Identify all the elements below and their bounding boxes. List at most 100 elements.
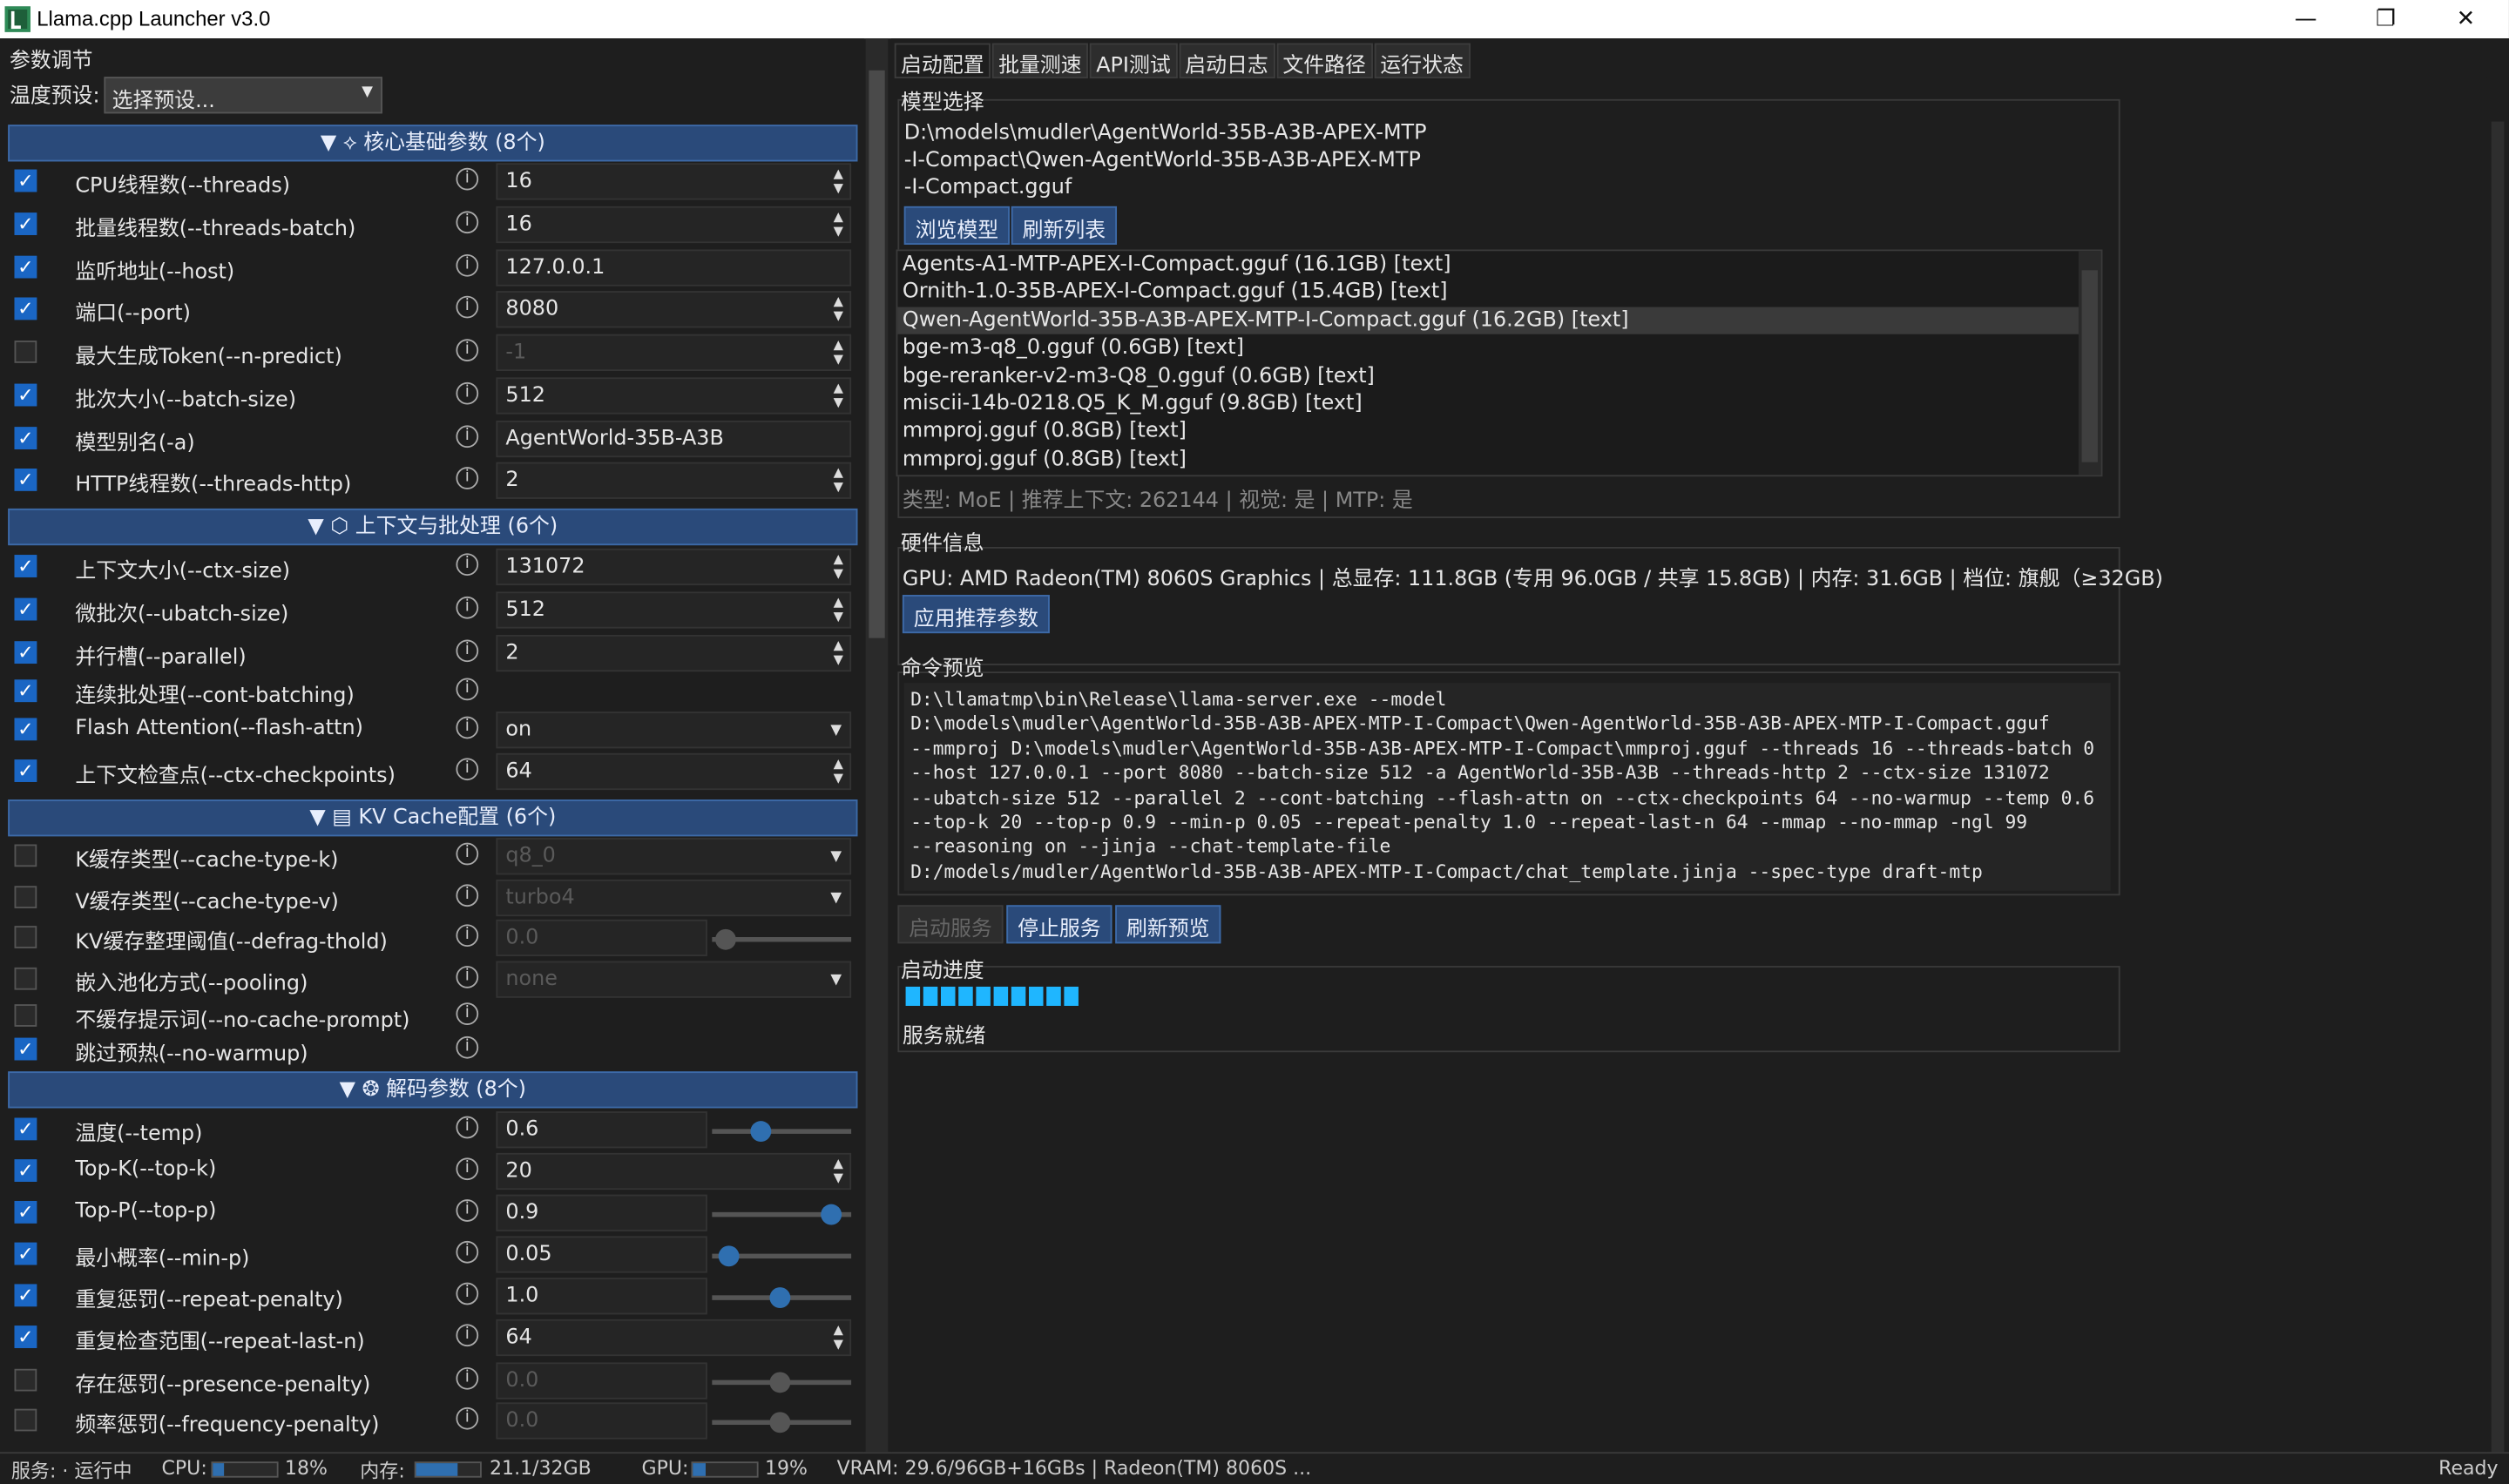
param-slider[interactable] xyxy=(712,928,852,950)
param-checkbox[interactable] xyxy=(14,1408,37,1432)
section-kv-cache[interactable]: ▼ ▤ KV Cache配置 (6个) xyxy=(8,799,858,837)
param-checkbox[interactable]: ✓ xyxy=(14,427,37,449)
param-slider[interactable] xyxy=(712,1372,852,1393)
param-value-input[interactable]: AgentWorld-35B-A3B xyxy=(496,420,852,458)
param-value-input[interactable]: none ▼ xyxy=(496,961,852,998)
info-icon[interactable]: i xyxy=(456,1157,479,1181)
info-icon[interactable]: i xyxy=(456,381,479,405)
info-icon[interactable]: i xyxy=(456,678,479,701)
minimize-button[interactable]: — xyxy=(2269,0,2342,38)
info-icon[interactable]: i xyxy=(456,639,479,663)
chevron-down-icon[interactable]: ▼ xyxy=(830,891,842,907)
model-list-scrollbar-thumb[interactable] xyxy=(2081,270,2098,462)
left-scrollbar[interactable] xyxy=(865,38,889,1453)
tab-launch-log[interactable]: 启动日志 xyxy=(1178,43,1275,78)
spin-arrows-icon[interactable]: ▲ ▼ xyxy=(834,757,843,786)
param-value-input[interactable]: 2 ▲ ▼ xyxy=(496,634,852,672)
section-context-batching[interactable]: ▼ ⬡ 上下文与批处理 (6个) xyxy=(8,508,858,546)
slider-handle[interactable] xyxy=(750,1121,772,1143)
info-icon[interactable]: i xyxy=(456,295,479,319)
info-icon[interactable]: i xyxy=(456,339,479,361)
param-value-input[interactable]: 0.6 xyxy=(496,1111,707,1149)
param-value-input[interactable]: 2 ▲ ▼ xyxy=(496,462,852,499)
param-checkbox[interactable]: ✓ xyxy=(14,597,37,621)
info-icon[interactable]: i xyxy=(456,1035,479,1059)
right-scrollbar[interactable] xyxy=(2486,77,2509,1484)
param-slider[interactable] xyxy=(712,1412,852,1433)
spin-arrows-icon[interactable]: ▲ ▼ xyxy=(834,595,843,624)
param-value-input[interactable]: on ▼ xyxy=(496,712,852,749)
info-icon[interactable]: i xyxy=(456,1199,479,1222)
refresh-list-button[interactable]: 刷新列表 xyxy=(1011,206,1118,245)
info-icon[interactable]: i xyxy=(456,716,479,739)
spin-arrows-icon[interactable]: ▲ ▼ xyxy=(834,166,843,195)
right-scrollbar-thumb[interactable] xyxy=(2491,121,2505,1478)
param-value-input[interactable]: 20 ▲ ▼ xyxy=(496,1152,852,1191)
spin-arrows-icon[interactable]: ▲ ▼ xyxy=(834,551,843,580)
info-icon[interactable]: i xyxy=(456,1324,479,1347)
info-icon[interactable]: i xyxy=(456,1002,479,1026)
param-value-input[interactable]: 512 ▲ ▼ xyxy=(496,591,852,629)
param-checkbox[interactable]: ✓ xyxy=(14,641,37,664)
param-value-input[interactable]: 8080 ▲ ▼ xyxy=(496,291,852,328)
param-value-input[interactable]: 512 ▲ ▼ xyxy=(496,377,852,415)
param-value-input[interactable]: turbo4 ▼ xyxy=(496,879,852,917)
slider-handle[interactable] xyxy=(769,1372,791,1393)
param-checkbox[interactable]: ✓ xyxy=(14,555,37,577)
list-item[interactable]: mmproj.gguf (0.8GB) [text] xyxy=(897,418,2100,446)
param-checkbox[interactable] xyxy=(14,1368,37,1392)
spin-arrows-icon[interactable]: ▲ ▼ xyxy=(834,465,843,494)
param-checkbox[interactable]: ✓ xyxy=(14,255,37,279)
tab-run-status[interactable]: 运行状态 xyxy=(1374,43,1471,78)
stop-service-button[interactable]: 停止服务 xyxy=(1006,905,1112,944)
param-checkbox[interactable]: ✓ xyxy=(14,679,37,703)
section-decoding-params[interactable]: ▼ ❂ 解码参数 (8个) xyxy=(8,1071,858,1109)
param-value-input[interactable]: 0.0 xyxy=(496,1402,707,1440)
slider-handle[interactable] xyxy=(821,1204,842,1225)
param-value-input[interactable]: 1.0 xyxy=(496,1278,707,1315)
info-icon[interactable]: i xyxy=(456,758,479,781)
info-icon[interactable]: i xyxy=(456,596,479,619)
list-item[interactable]: miscii-14b-0218.Q5_K_M.gguf (9.8GB) [tex… xyxy=(897,390,2100,418)
param-checkbox[interactable]: ✓ xyxy=(14,169,37,192)
info-icon[interactable]: i xyxy=(456,1282,479,1305)
param-checkbox[interactable]: ✓ xyxy=(14,1037,37,1061)
slider-handle[interactable] xyxy=(769,1412,791,1433)
param-checkbox[interactable]: ✓ xyxy=(14,1242,37,1265)
left-scrollbar-thumb[interactable] xyxy=(869,70,885,638)
info-icon[interactable]: i xyxy=(456,842,479,866)
slider-handle[interactable] xyxy=(714,928,736,950)
info-icon[interactable]: i xyxy=(456,467,479,489)
chevron-down-icon[interactable]: ▼ xyxy=(830,849,842,865)
info-icon[interactable]: i xyxy=(456,211,479,234)
list-item[interactable]: bge-reranker-v2-m3-Q8_0.gguf (0.6GB) [te… xyxy=(897,362,2100,390)
spin-arrows-icon[interactable]: ▲ ▼ xyxy=(834,638,843,667)
param-value-input[interactable]: 64 ▲ ▼ xyxy=(496,1319,852,1357)
spin-arrows-icon[interactable]: ▲ ▼ xyxy=(834,294,843,323)
slider-handle[interactable] xyxy=(718,1245,740,1267)
param-checkbox[interactable] xyxy=(14,844,37,867)
tab-api-test[interactable]: API测试 xyxy=(1089,43,1178,78)
info-icon[interactable]: i xyxy=(456,553,479,577)
spin-arrows-icon[interactable]: ▲ ▼ xyxy=(834,210,843,239)
param-checkbox[interactable] xyxy=(14,967,37,990)
param-value-input[interactable]: 0.0 xyxy=(496,1362,707,1400)
info-icon[interactable]: i xyxy=(456,253,479,277)
param-checkbox[interactable] xyxy=(14,926,37,948)
param-checkbox[interactable]: ✓ xyxy=(14,1284,37,1307)
param-value-input[interactable]: 0.05 xyxy=(496,1236,707,1273)
command-preview[interactable]: D:\llamatmp\bin\Release\llama-server.exe… xyxy=(903,683,2111,891)
param-checkbox[interactable]: ✓ xyxy=(14,1159,37,1182)
list-item-selected[interactable]: Qwen-AgentWorld-35B-A3B-APEX-MTP-I-Compa… xyxy=(897,307,2101,335)
list-item[interactable]: bge-m3-q8_0.gguf (0.6GB) [text] xyxy=(897,334,2100,362)
tab-launch-config[interactable]: 启动配置 xyxy=(894,43,991,78)
section-core-params[interactable]: ▼ ⟡ 核心基础参数 (8个) xyxy=(8,125,858,162)
info-icon[interactable]: i xyxy=(456,924,479,948)
info-icon[interactable]: i xyxy=(456,1116,479,1139)
info-icon[interactable]: i xyxy=(456,966,479,988)
param-slider[interactable] xyxy=(712,1121,852,1143)
info-icon[interactable]: i xyxy=(456,425,479,449)
apply-recommended-button[interactable]: 应用推荐参数 xyxy=(902,595,1050,634)
param-checkbox[interactable]: ✓ xyxy=(14,1200,37,1224)
param-checkbox[interactable]: ✓ xyxy=(14,383,37,407)
